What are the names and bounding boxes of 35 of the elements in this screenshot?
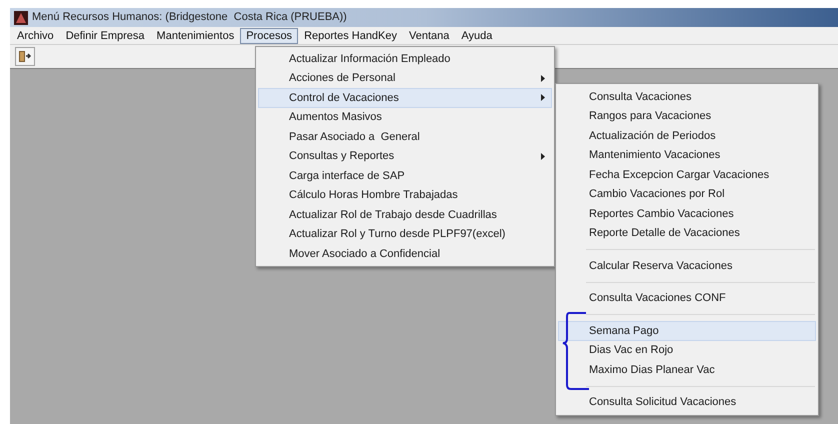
menu-item[interactable]: Cambio Vacaciones por Rol — [558, 184, 816, 204]
door-exit-icon — [18, 50, 32, 63]
menu-bar-item[interactable]: Archivo — [11, 28, 60, 44]
window-title: Menú Recursos Humanos: (Bridgestone Costa Rica (PRUEBA)) — [32, 10, 347, 26]
menu-item[interactable]: Mover Asociado a Confidencial — [258, 244, 552, 264]
menu-item[interactable]: Control de Vacaciones — [258, 88, 552, 108]
menu-item[interactable]: Pasar Asociado a General — [258, 127, 552, 146]
menu-item[interactable]: Mantenimiento Vacaciones — [558, 146, 816, 165]
menu-item[interactable]: Actualizar Rol de Trabajo desde Cuadrillas — [258, 205, 552, 224]
menu-item[interactable]: Reporte Detalle de Vacaciones — [558, 224, 816, 243]
menu-bar-item[interactable]: Ayuda — [455, 28, 498, 44]
menu-item[interactable]: Actualización de Periodos — [558, 126, 816, 146]
menu-item[interactable]: Cálculo Horas Hombre Trabajadas — [258, 186, 552, 205]
exit-button[interactable] — [15, 47, 35, 66]
menu-item[interactable]: Consulta Solicitud Vacaciones — [558, 392, 816, 412]
menu-item[interactable]: Consulta Vacaciones — [558, 87, 816, 106]
menu-item[interactable]: Calcular Reserva Vacaciones — [558, 256, 816, 276]
app-icon — [14, 10, 28, 24]
menu-item[interactable]: Actualizar Rol y Turno desde PLPF97(excel) — [258, 224, 552, 244]
menu-item[interactable]: Acciones de Personal — [258, 68, 552, 88]
menu-item[interactable]: Aumentos Masivos — [258, 108, 552, 127]
menu-bar-item[interactable]: Procesos — [240, 28, 298, 44]
menu-item[interactable]: Rangos para Vacaciones — [558, 106, 816, 126]
menu-item[interactable]: Semana Pago — [558, 321, 816, 340]
menu-bar-item[interactable]: Definir Empresa — [60, 28, 151, 44]
menu-bar-item[interactable]: Reportes HandKey — [298, 28, 404, 44]
menu-item[interactable]: Fecha Excepcion Cargar Vacaciones — [558, 165, 816, 184]
menu-item[interactable]: Reportes Cambio Vacaciones — [558, 204, 816, 224]
menu-item[interactable]: Carga interface de SAP — [258, 166, 552, 186]
menu-bar-item[interactable]: Ventana — [403, 28, 456, 44]
menu-item[interactable]: Consultas y Reportes — [258, 146, 552, 166]
menu-item[interactable]: Maximo Dias Planear Vac — [558, 360, 816, 380]
menu-item[interactable]: Consulta Vacaciones CONF — [558, 288, 816, 308]
menu-bar-item[interactable]: Mantenimientos — [150, 28, 240, 44]
menu-item[interactable]: Dias Vac en Rojo — [558, 340, 816, 360]
